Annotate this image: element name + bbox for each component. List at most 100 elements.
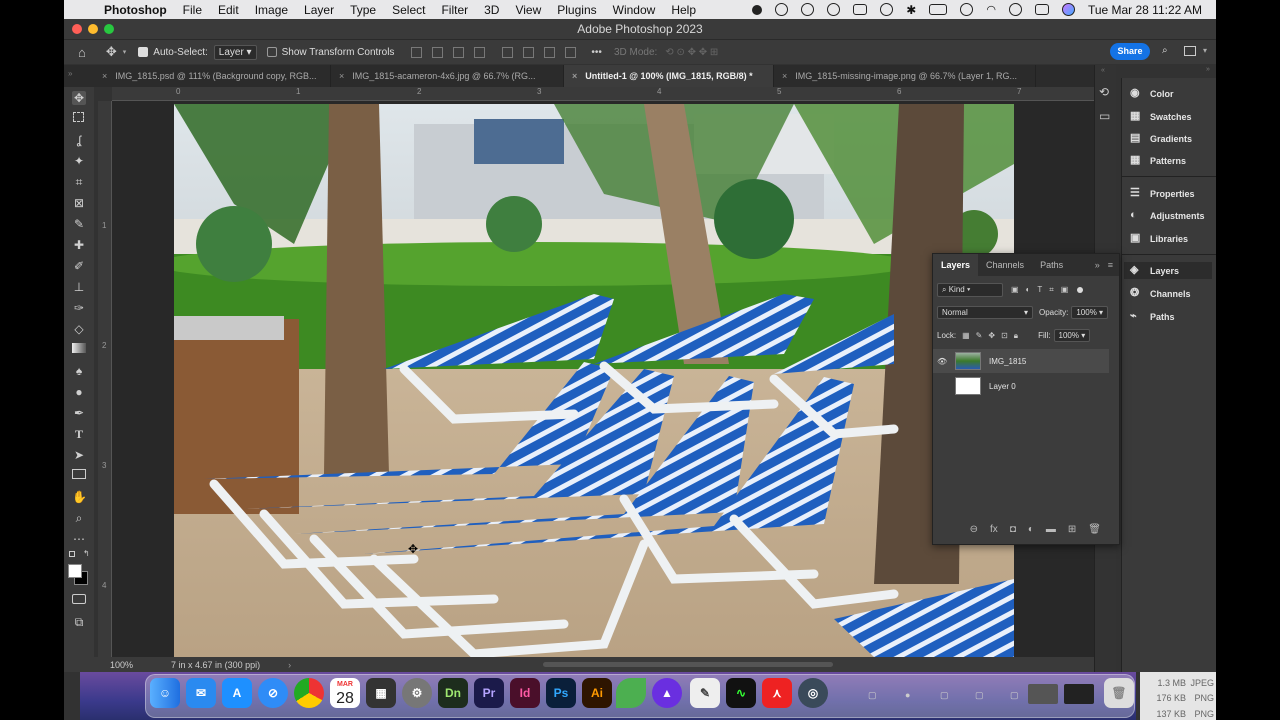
move-tool-icon[interactable]: ✥	[72, 91, 86, 105]
screen-icon[interactable]	[853, 4, 868, 15]
share-button[interactable]: Share	[1110, 43, 1150, 60]
illustrator-dock-icon[interactable]: Ai	[582, 678, 612, 708]
zoom-tool-icon[interactable]: ⌕	[72, 511, 86, 525]
collapse-panels-icon[interactable]: »	[1206, 66, 1210, 73]
dock-finder-mini-icon[interactable]: ▢	[975, 690, 984, 701]
workspace-icon[interactable]	[1184, 46, 1196, 56]
camera-dock-icon[interactable]: ◎	[798, 678, 828, 708]
bluetooth-icon[interactable]: ✱	[906, 3, 916, 17]
auto-select-checkbox[interactable]	[138, 47, 149, 57]
eyedropper-tool-icon[interactable]: ✎	[72, 217, 86, 231]
lock-icons[interactable]: ▦✎✥⊡🔒︎	[962, 331, 1024, 341]
menu-3d[interactable]: 3D	[476, 3, 507, 17]
layer-row-img1815[interactable]: 👁︎ IMG_1815	[933, 349, 1109, 373]
panel-swatches[interactable]: ▦ Swatches	[1130, 111, 1192, 122]
tab-channels[interactable]: Channels	[978, 254, 1032, 276]
calendar-dock-icon[interactable]: MAR 28	[330, 678, 360, 708]
minimize-window-button[interactable]	[88, 24, 98, 34]
panel-properties[interactable]: ☰ Properties	[1130, 188, 1195, 199]
visibility-eye-icon[interactable]: 👁︎	[937, 357, 951, 366]
panel-adjustments[interactable]: ◐ Adjustments	[1130, 210, 1205, 221]
status-menu-icon[interactable]: ›	[288, 660, 291, 670]
crop-tool-icon[interactable]: ⌗	[72, 175, 86, 189]
screen-mode-icon[interactable]: ⧉	[72, 615, 86, 629]
tab-img1815-psd[interactable]: × IMG_1815.psd @ 111% (Background copy, …	[94, 65, 331, 87]
menubar-clock[interactable]: Tue Mar 28 11:22 AM	[1088, 3, 1202, 17]
horizontal-scrollbar[interactable]	[543, 662, 834, 667]
panel-patterns[interactable]: ▦ Patterns	[1130, 155, 1186, 166]
record-icon[interactable]	[752, 4, 763, 15]
close-tab-icon[interactable]: ×	[782, 71, 787, 81]
panel-menu-icon[interactable]: ≡	[1108, 260, 1113, 270]
delete-layer-icon[interactable]: 🗑︎	[1088, 524, 1101, 535]
settings-dock-icon[interactable]: ⚙	[402, 678, 432, 708]
premiere-dock-icon[interactable]: Pr	[474, 678, 504, 708]
zoom-level[interactable]: 100%	[110, 660, 133, 670]
menu-type[interactable]: Type	[342, 3, 384, 17]
lasso-tool-icon[interactable]: ʆ	[72, 133, 86, 147]
align-top-icon[interactable]	[502, 46, 514, 58]
tab-layers[interactable]: Layers	[933, 254, 979, 276]
menu-select[interactable]: Select	[384, 3, 433, 17]
creative-cloud-icon[interactable]	[775, 3, 789, 16]
more-options-icon[interactable]: •••	[591, 47, 602, 58]
tab-img1815-acameron[interactable]: × IMG_1815-acameron-4x6.jpg @ 66.7% (RG.…	[331, 65, 564, 87]
layer-name[interactable]: Layer 0	[989, 382, 1016, 391]
panel-expand-icon[interactable]: »	[1095, 260, 1100, 270]
user-icon[interactable]	[1008, 3, 1022, 16]
trash-dock-icon[interactable]: 🗑︎	[1104, 678, 1134, 708]
finder-dock-icon[interactable]: ☺	[150, 678, 180, 708]
menu-plugins[interactable]: Plugins	[549, 3, 604, 17]
dock-thumbnail-photo[interactable]	[1028, 684, 1058, 704]
battery-icon[interactable]	[929, 4, 948, 15]
auto-select-dropdown[interactable]: Layer ▾	[213, 44, 257, 60]
fx-icon[interactable]: fx	[990, 524, 998, 535]
hand-tool-icon[interactable]: ✋	[72, 490, 87, 504]
home-icon[interactable]: ⌂	[78, 45, 86, 60]
eye-icon[interactable]	[827, 3, 841, 16]
play-icon[interactable]	[880, 3, 894, 16]
menu-edit[interactable]: Edit	[210, 3, 247, 17]
object-selection-tool-icon[interactable]: ✦	[72, 154, 86, 168]
panel-paths[interactable]: ⌁ Paths	[1130, 311, 1175, 322]
close-window-button[interactable]	[72, 24, 82, 34]
app-store-dock-icon[interactable]: A	[222, 678, 252, 708]
history-brush-tool-icon[interactable]: ✑	[72, 301, 86, 315]
menu-window[interactable]: Window	[605, 3, 664, 17]
blend-mode-dropdown[interactable]: Normal ▾	[937, 306, 1033, 319]
dock-window-icon[interactable]: ▢	[1010, 690, 1019, 701]
panel-color[interactable]: ◉ Color	[1130, 88, 1174, 99]
adjustment-layer-icon[interactable]: ◐	[1028, 524, 1034, 535]
history-icon[interactable]: ⟲	[1099, 85, 1109, 99]
blur-tool-icon[interactable]: ♠	[72, 364, 86, 378]
new-group-icon[interactable]: ▬	[1046, 524, 1056, 535]
gradient-tool-icon[interactable]	[72, 343, 86, 353]
info-icon[interactable]	[801, 3, 815, 16]
marquee-tool-icon[interactable]	[73, 112, 84, 122]
distribute-icon[interactable]	[474, 46, 486, 58]
dock-thumbnail-ps[interactable]	[1064, 684, 1094, 704]
type-tool-icon[interactable]: T	[72, 427, 86, 441]
clone-stamp-tool-icon[interactable]: ⊥	[72, 280, 86, 294]
swap-colors-icon[interactable]: ↰	[83, 549, 90, 558]
time-machine-icon[interactable]	[960, 3, 974, 16]
panel-libraries[interactable]: ▣ Libraries	[1130, 233, 1188, 244]
menu-view[interactable]: View	[507, 3, 549, 17]
search-icon[interactable]: ⌕	[1162, 45, 1168, 56]
add-mask-icon[interactable]: ◘	[1010, 524, 1016, 535]
align-right-icon[interactable]	[453, 46, 465, 58]
tab-img1815-missing-image[interactable]: × IMG_1815-missing-image.png @ 66.7% (La…	[774, 65, 1036, 87]
menu-file[interactable]: File	[175, 3, 210, 17]
link-layers-icon[interactable]: ⊖	[970, 524, 978, 535]
layer-row-layer0[interactable]: Layer 0	[933, 374, 1109, 398]
calculator-dock-icon[interactable]: ▦	[366, 678, 396, 708]
photoshop-dock-icon[interactable]: Ps	[546, 678, 576, 708]
opacity-field[interactable]: 100% ▾	[1071, 306, 1109, 319]
layer-name[interactable]: IMG_1815	[989, 357, 1026, 366]
move-tool-icon[interactable]: ✥	[106, 44, 117, 60]
layer-filter-dropdown[interactable]: ⌕ Kind ▾	[937, 283, 1003, 297]
indesign-dock-icon[interactable]: Id	[510, 678, 540, 708]
wifi-icon[interactable]: ◠	[986, 3, 996, 16]
edit-toolbar-icon[interactable]: ⋯	[72, 532, 86, 546]
tab-paths[interactable]: Paths	[1032, 254, 1071, 276]
